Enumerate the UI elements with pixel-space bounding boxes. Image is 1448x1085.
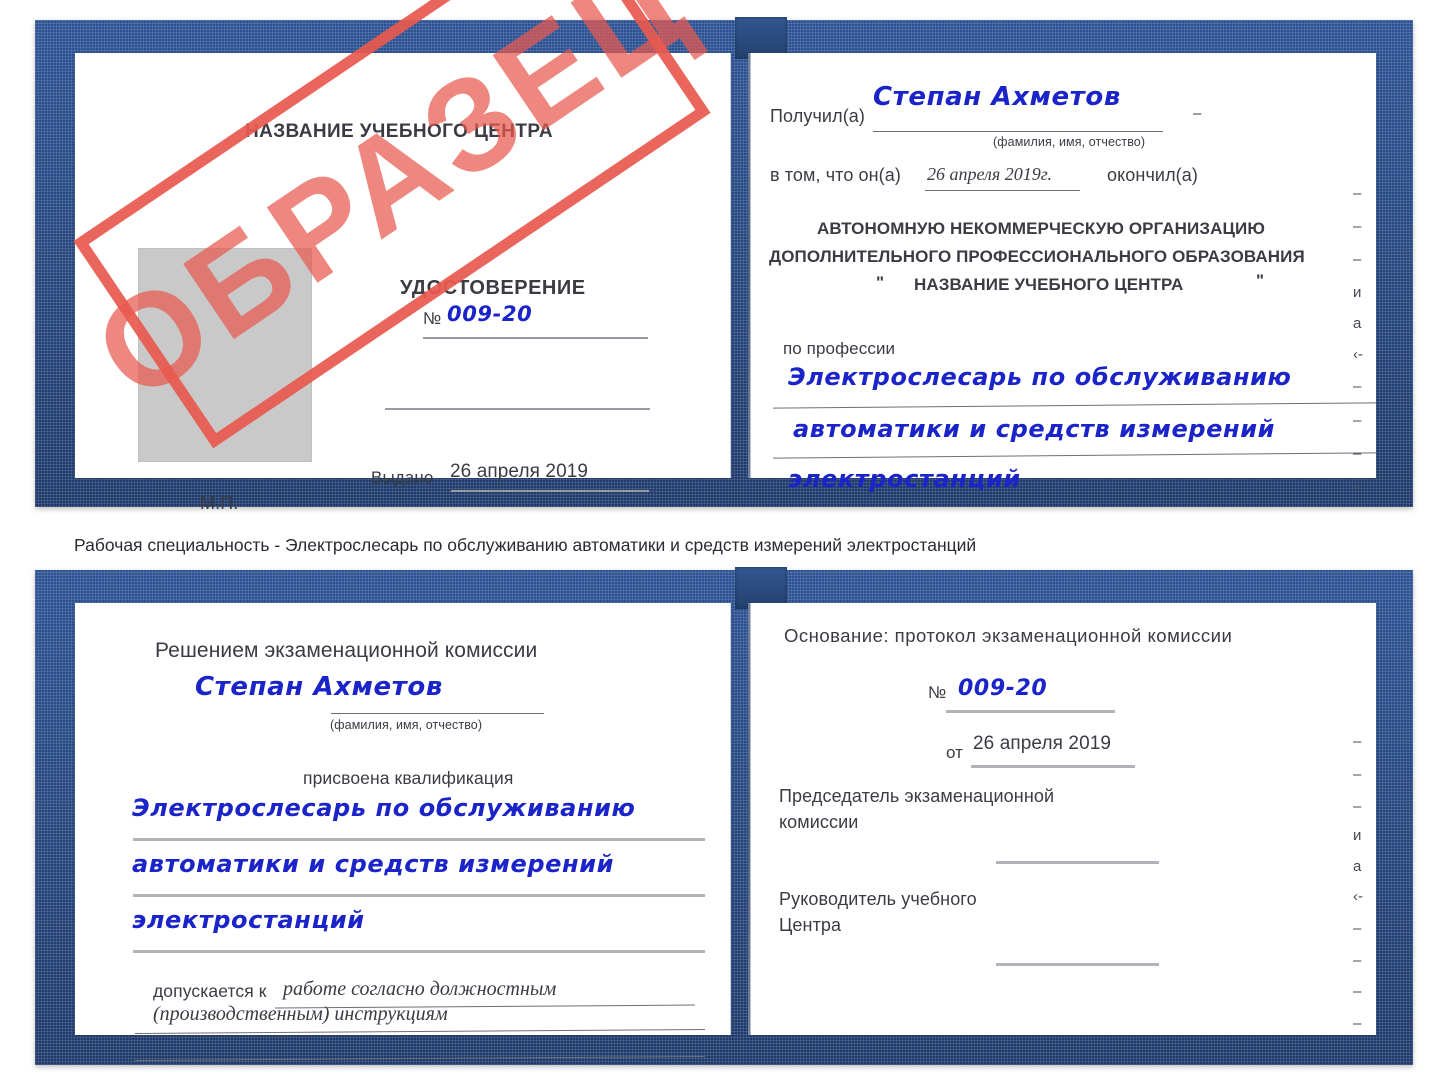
allowed-value-line-1: работе согласно должностным	[283, 978, 557, 1000]
allowed-label: допускается к	[153, 981, 267, 1001]
certificate-bottom: Решением экзаменационной комиссии Степан…	[35, 567, 1413, 1065]
edge-fragment: а	[1353, 315, 1362, 332]
edge-fragment: –	[1353, 798, 1362, 815]
blank-rule-middle	[385, 408, 650, 410]
allowed-rule-3	[135, 1056, 705, 1061]
qualification-rule-3	[133, 950, 705, 953]
head-of-center-signature-rule	[996, 963, 1159, 966]
allowed-rule-2	[135, 1029, 705, 1034]
edge-fragment: –	[1353, 983, 1362, 1000]
received-value: Степан Ахметов	[873, 82, 1121, 112]
edge-fragment: а	[1353, 858, 1362, 875]
head-of-center-line-2: Центра	[779, 915, 842, 935]
qualification-label: присвоена квалификация	[303, 768, 514, 788]
edge-fragment: –	[1353, 1015, 1362, 1032]
edge-fragment: и	[1353, 284, 1362, 301]
edge-fragment: –	[1353, 920, 1362, 937]
edge-fragment: –	[1353, 412, 1362, 429]
that-he-rule	[925, 190, 1080, 191]
certificate-number-value: 009-20	[447, 302, 533, 326]
qualification-line-2: автоматики и средств измерений	[132, 850, 615, 878]
profession-line-2: автоматики и средств измерений	[793, 415, 1276, 443]
head-of-center-line-1: Руководитель учебного	[779, 889, 977, 909]
edge-fragment: ‹-	[1353, 346, 1363, 363]
qualification-line-1: Электрослесарь по обслуживанию	[132, 794, 636, 822]
certificate-bottom-inner: Решением экзаменационной комиссии Степан…	[35, 567, 1413, 1065]
edge-fragment: –	[1353, 378, 1362, 395]
edge-fragment: –	[1353, 733, 1362, 750]
edge-fragment: –	[1353, 251, 1362, 268]
edge-fragment: –	[1353, 766, 1362, 783]
received-rule	[873, 131, 1163, 132]
seal-label: М.П.	[200, 493, 239, 513]
top-right-page: Получил(а) Степан Ахметов (фамилия, имя,…	[750, 53, 1376, 493]
issued-label: Выдано	[371, 468, 434, 487]
protocol-date-value: 26 апреля 2019	[973, 733, 1112, 754]
certificate-number-rule	[423, 337, 648, 339]
protocol-number-rule	[946, 710, 1115, 713]
that-he-label: в том, что он(а)	[770, 165, 901, 185]
profession-line-1: Электрослесарь по обслуживанию	[788, 363, 1292, 391]
certificate-title: УДОСТОВЕРЕНИЕ	[400, 277, 586, 299]
graduated-label: окончил(а)	[1107, 165, 1198, 185]
edge-fragment: –	[1353, 445, 1362, 462]
commission-decision-heading: Решением экзаменационной комиссии	[155, 639, 538, 662]
student-name-hint: (фамилия, имя, отчество)	[330, 718, 483, 732]
bottom-right-page: Основание: протокол экзаменационной коми…	[750, 603, 1376, 1035]
profession-rule-1	[773, 402, 1376, 409]
training-center-name-title: НАЗВАНИЕ УЧЕБНОГО ЦЕНТРА	[245, 121, 553, 142]
organization-line-2: ДОПОЛНИТЕЛЬНОГО ПРОФЕССИОНАЛЬНОГО ОБРАЗО…	[769, 247, 1305, 266]
organization-quote-open: "	[876, 273, 885, 292]
organization-line-3: НАЗВАНИЕ УЧЕБНОГО ЦЕНТРА	[914, 275, 1184, 294]
that-he-value: 26 апреля 2019г.	[927, 164, 1053, 184]
profession-rule-2	[773, 452, 1376, 459]
edge-fragment: и	[1353, 827, 1362, 844]
basis-label: Основание: протокол экзаменационной коми…	[784, 625, 1233, 646]
photo-placeholder	[138, 248, 312, 462]
edge-fragment: –	[1353, 478, 1362, 495]
certificate-number-label: №	[423, 309, 442, 328]
student-name-rule	[331, 713, 544, 714]
protocol-number-value: 009-20	[958, 676, 1048, 701]
bottom-left-page: Решением экзаменационной комиссии Степан…	[75, 603, 731, 1061]
received-label: Получил(а)	[770, 106, 865, 126]
organization-line-1: АВТОНОМНУЮ НЕКОММЕРЧЕСКУЮ ОРГАНИЗАЦИЮ	[817, 219, 1265, 238]
page-caption: Рабочая специальность - Электрослесарь п…	[74, 535, 977, 555]
certificate-top-inner: НАЗВАНИЕ УЧЕБНОГО ЦЕНТРА УДОСТОВЕРЕНИЕ №…	[35, 17, 1413, 513]
issued-rule	[451, 490, 649, 492]
protocol-date-label: от	[946, 743, 964, 762]
qualification-rule-2	[133, 894, 705, 897]
qualification-rule-1	[133, 838, 705, 841]
chairman-line-1: Председатель экзаменационной	[779, 786, 1055, 806]
edge-fragment: –	[1353, 952, 1362, 969]
profession-label: по профессии	[783, 339, 896, 358]
qualification-line-3: электростанций	[132, 906, 365, 934]
top-left-page: НАЗВАНИЕ УЧЕБНОГО ЦЕНТРА УДОСТОВЕРЕНИЕ №…	[75, 53, 731, 513]
edge-fragment: ‹-	[1353, 888, 1363, 905]
issued-value: 26 апреля 2019	[450, 461, 589, 482]
protocol-date-rule	[971, 765, 1135, 768]
received-hint: (фамилия, имя, отчество)	[993, 135, 1146, 149]
certificate-top: НАЗВАНИЕ УЧЕБНОГО ЦЕНТРА УДОСТОВЕРЕНИЕ №…	[35, 17, 1413, 513]
chairman-line-2: комиссии	[779, 812, 859, 832]
edge-fragment: –	[1353, 218, 1362, 235]
organization-quote-close: "	[1256, 271, 1265, 290]
profession-line-3: электростанций	[788, 465, 1021, 493]
edge-fragment: –	[1353, 185, 1362, 202]
received-dash-right: –	[1193, 105, 1202, 122]
student-name-value: Степан Ахметов	[195, 672, 443, 702]
protocol-number-label: №	[928, 683, 947, 702]
allowed-value-line-2: (производственным) инструкциям	[153, 1003, 448, 1025]
chairman-signature-rule	[996, 861, 1159, 864]
